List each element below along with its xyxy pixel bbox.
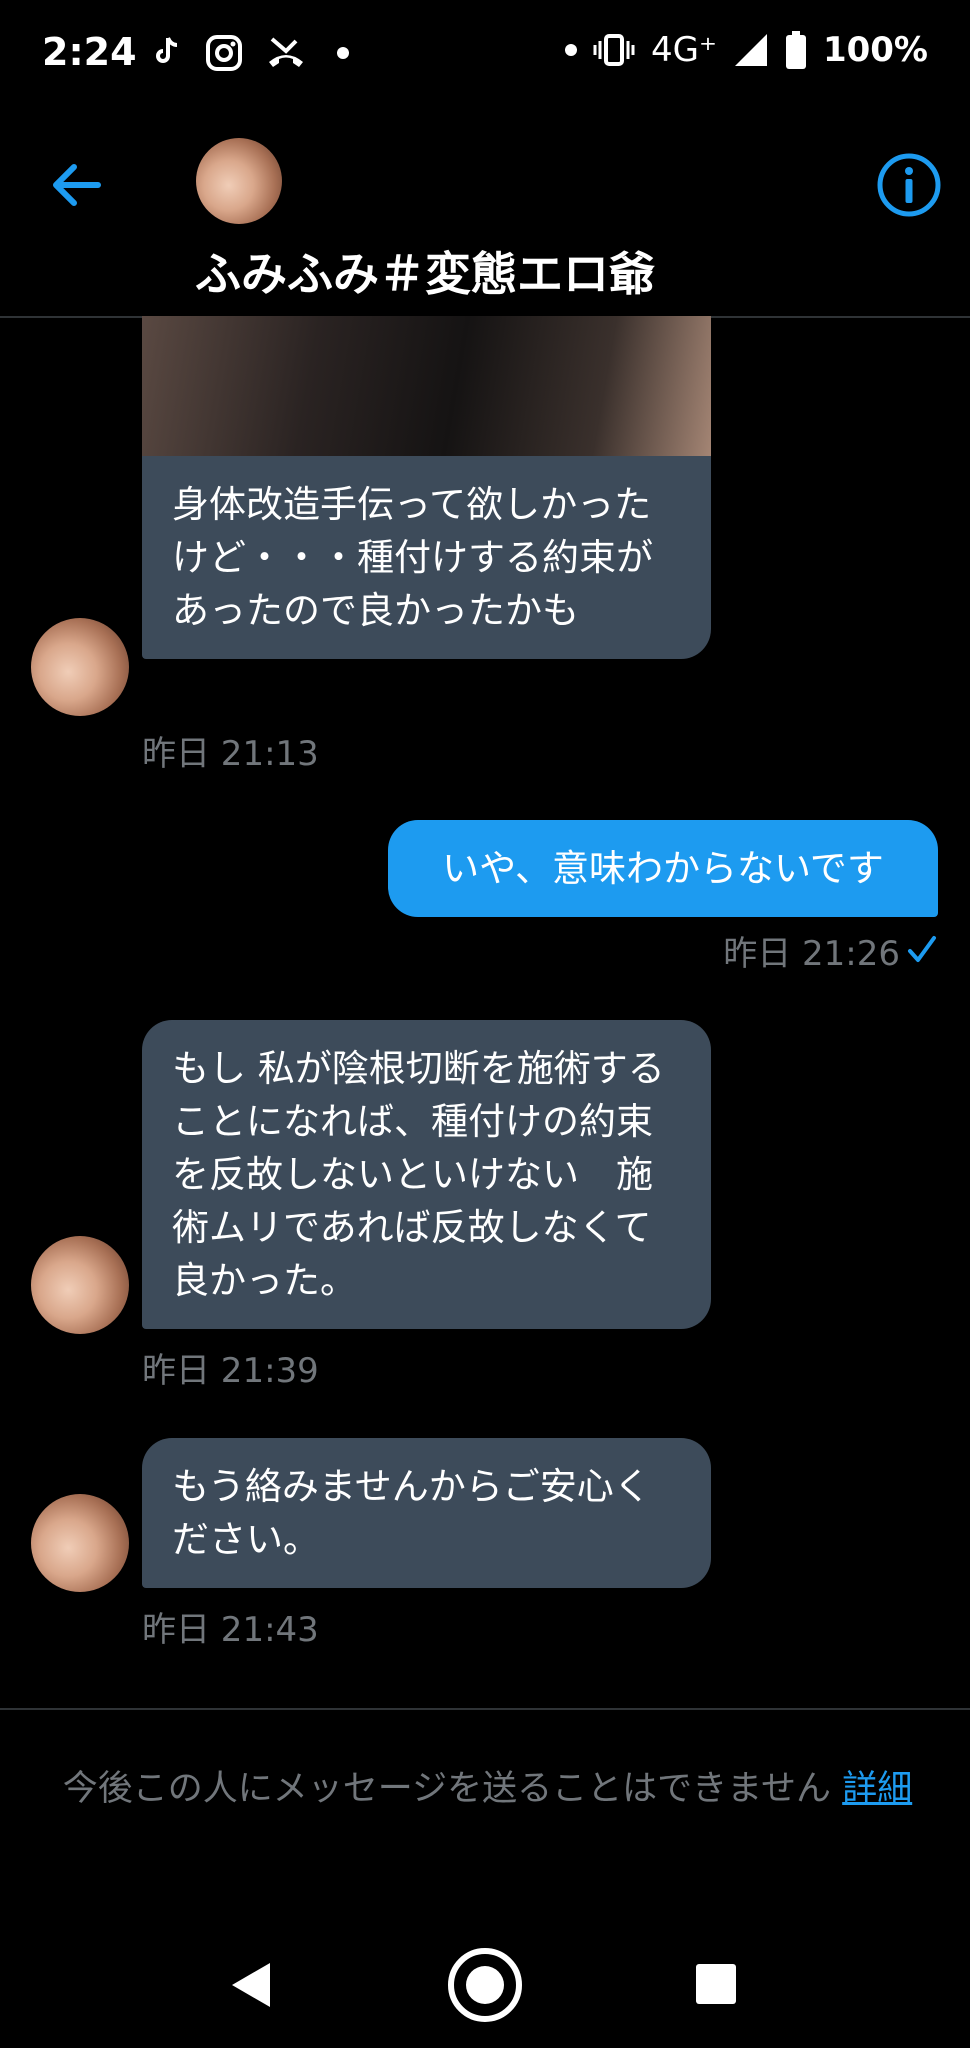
status-right: 4G⁺ 100% xyxy=(565,30,928,70)
vibrate-icon xyxy=(593,34,635,66)
battery-percent: 100% xyxy=(822,30,928,70)
sender-avatar[interactable] xyxy=(31,1494,129,1592)
read-check-icon xyxy=(908,936,936,962)
message-bubble-received[interactable]: もう絡みませんからご安心ください。 xyxy=(142,1438,711,1588)
message-timestamp: 昨日 21:13 xyxy=(142,734,319,774)
tiktok-icon xyxy=(156,37,178,63)
message-image[interactable] xyxy=(142,316,711,456)
message-bubble-received[interactable]: 身体改造手伝って欲しかったけど・・・種付けする約束があったので良かったかも xyxy=(142,456,711,659)
sender-avatar[interactable] xyxy=(31,618,129,716)
network-type: 4G⁺ xyxy=(651,30,717,70)
message-timestamp: 昨日 21:39 xyxy=(142,1351,319,1391)
status-bar: 2:24 4G⁺ 100% xyxy=(0,0,970,110)
message-bubble-received[interactable]: もし 私が陰根切断を施術することになれば、種付けの約束を反故しないといけない 施… xyxy=(142,1020,711,1329)
missed-call-icon xyxy=(269,37,303,67)
instagram-icon xyxy=(206,35,242,71)
dot-icon xyxy=(565,44,578,56)
dot-icon xyxy=(337,47,349,59)
nav-home-icon[interactable] xyxy=(446,1946,524,2024)
nav-recents-icon[interactable] xyxy=(695,1963,737,2005)
info-circle-icon[interactable] xyxy=(876,152,942,218)
notice-text: 今後この人にメッセージを送ることはできません xyxy=(62,1769,832,1809)
conversation-title[interactable]: ふみふみ＃変態エロ爺 xyxy=(195,238,655,304)
status-time: 2:24 xyxy=(42,30,137,74)
sender-avatar[interactable] xyxy=(31,1236,129,1334)
battery-icon xyxy=(785,31,806,69)
nav-back-icon[interactable] xyxy=(228,1960,274,2010)
arrow-left-icon[interactable] xyxy=(46,155,106,215)
message-timestamp: 昨日 21:26 xyxy=(723,934,900,974)
details-link[interactable]: 詳細 xyxy=(842,1769,912,1809)
message-timestamp: 昨日 21:43 xyxy=(142,1610,319,1650)
header-avatar[interactable] xyxy=(196,138,282,224)
dm-disabled-footer: 今後この人にメッセージを送ることはできません 詳細 xyxy=(0,1708,970,1900)
conversation-header: ふみふみ＃変態エロ爺 xyxy=(0,110,970,318)
dm-disabled-notice: 今後この人にメッセージを送ることはできません 詳細 xyxy=(40,1762,935,1816)
android-nav-bar xyxy=(0,1920,970,2048)
signal-icon xyxy=(734,34,767,66)
message-bubble-sent[interactable]: いや、意味わからないです xyxy=(388,820,938,917)
